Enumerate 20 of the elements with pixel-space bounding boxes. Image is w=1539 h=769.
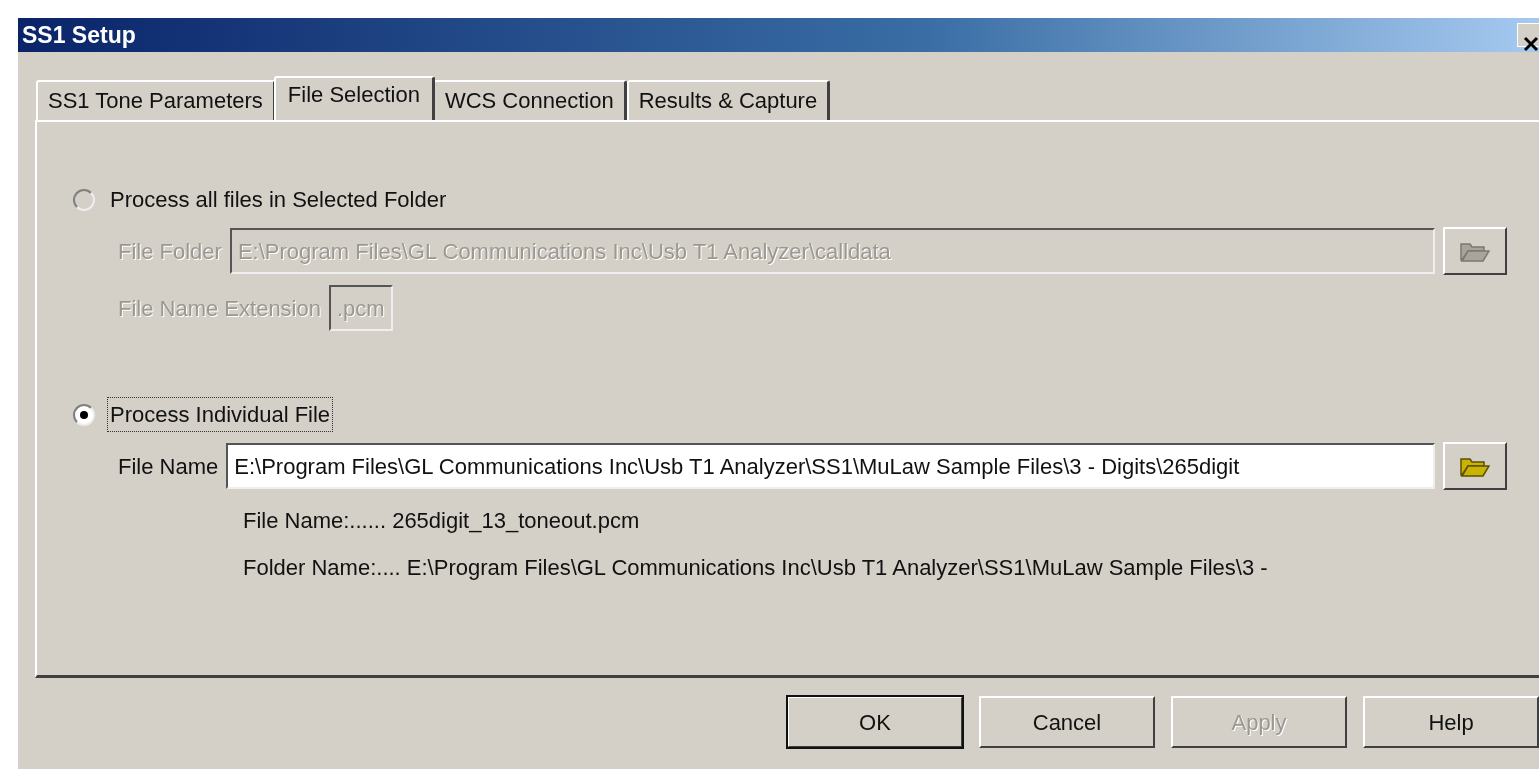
window-title: SS1 Setup (21, 20, 136, 50)
radio-label[interactable]: Process Individual File (107, 397, 334, 432)
close-icon (1522, 34, 1539, 53)
tab[interactable]: WCS Connection (432, 80, 627, 120)
radio-button[interactable] (73, 403, 95, 426)
field-label: File Name (118, 452, 219, 481)
folder-icon (1460, 455, 1490, 477)
dialog-button[interactable]: Cancel (979, 696, 1155, 748)
info-text: Folder Name:.... E:\Program Files\GL Communications Inc\Usb T1 Analyzer\SS1\MuLaw Sample Files\3 - (243, 554, 1269, 582)
tab[interactable]: File Selection (273, 76, 435, 120)
dialog-button[interactable]: OK (787, 696, 963, 748)
tab[interactable]: Results & Capture (626, 80, 831, 120)
dialog-button[interactable]: Help (1363, 696, 1539, 748)
field-label: File Folder (118, 237, 222, 266)
browse-button[interactable] (1443, 442, 1507, 490)
input-field[interactable]: E:\Program Files\GL Communications Inc\Usb T1 Analyzer\SS1\MuLaw Sample Files\3 - Digits\265digit (226, 443, 1435, 489)
tab[interactable]: SS1 Tone Parameters (36, 80, 276, 120)
info-text: File Name:...... 265digit_13_toneout.pcm (243, 507, 641, 535)
field-label: File Name Extension (118, 294, 321, 323)
folder-icon (1460, 240, 1490, 262)
